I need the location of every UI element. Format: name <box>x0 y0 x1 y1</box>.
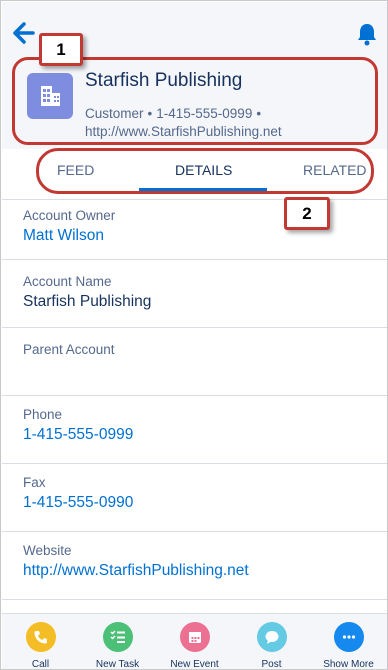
field-label: Parent Account <box>23 342 115 357</box>
phone-link[interactable]: 1-415-555-0999 <box>23 426 133 444</box>
action-label: Show More <box>323 659 374 670</box>
website-link[interactable]: http://www.StarfishPublishing.net <box>23 562 249 580</box>
account-building-icon <box>27 73 73 119</box>
tab-feed[interactable]: FEED <box>57 162 94 178</box>
chat-bubble-icon <box>257 622 287 652</box>
callout-badge-1: 1 <box>39 33 83 66</box>
account-phone: 1-415-555-0999 <box>156 106 253 121</box>
account-owner-link[interactable]: Matt Wilson <box>23 227 104 245</box>
active-tab-indicator <box>139 188 267 191</box>
action-label: Post <box>261 659 282 670</box>
field-website: Website http://www.StarfishPublishing.ne… <box>2 532 387 600</box>
record-highlight-card: Starfish Publishing Customer • 1-415-555-0… <box>12 57 378 145</box>
field-label: Website <box>23 543 72 558</box>
tab-related[interactable]: RELATED <box>303 162 367 178</box>
field-account-owner: Account Owner Matt Wilson <box>2 200 387 260</box>
field-account-name: Account Name Starfish Publishing <box>2 260 387 328</box>
fax-link[interactable]: 1-415-555-0990 <box>23 494 133 512</box>
new-task-action-button[interactable]: New Task <box>79 614 156 670</box>
bell-icon <box>358 24 376 46</box>
phone-icon <box>26 622 56 652</box>
field-value: Starfish Publishing <box>23 293 152 310</box>
action-bar: Call New Task New Event Post Show More <box>2 613 387 670</box>
action-label: New Task <box>95 659 140 670</box>
field-label: Account Owner <box>23 208 116 223</box>
field-parent-account: Parent Account <box>2 328 387 396</box>
notifications-button[interactable] <box>356 22 378 46</box>
account-website: http://www.StarfishPublishing.net <box>85 124 282 139</box>
account-meta-line: Customer • 1-415-555-0999 • <box>85 106 265 121</box>
field-fax: Fax 1-415-555-0990 <box>2 464 387 532</box>
meta-separator: • <box>256 106 262 121</box>
field-label: Phone <box>23 407 63 422</box>
meta-separator: • <box>147 106 153 121</box>
account-type: Customer <box>85 106 144 121</box>
post-action-button[interactable]: Post <box>233 614 310 670</box>
call-action-button[interactable]: Call <box>2 614 79 670</box>
show-more-action-button[interactable]: Show More <box>310 614 387 670</box>
app-screen: Starfish Publishing Customer • 1-415-555-0… <box>0 0 388 670</box>
account-title: Starfish Publishing <box>85 70 243 91</box>
tab-details[interactable]: DETAILS <box>175 162 232 178</box>
field-label: Fax <box>23 475 46 490</box>
calendar-icon <box>180 622 210 652</box>
more-dots-icon <box>334 622 364 652</box>
field-phone: Phone 1-415-555-0999 <box>2 396 387 464</box>
task-list-icon <box>103 622 133 652</box>
back-button[interactable] <box>10 20 36 46</box>
back-arrow-icon <box>13 22 35 44</box>
new-event-action-button[interactable]: New Event <box>156 614 233 670</box>
action-label: New Event <box>170 659 219 670</box>
record-header: Starfish Publishing Customer • 1-415-555-0… <box>2 2 387 149</box>
field-label: Account Name <box>23 274 112 289</box>
action-label: Call <box>31 659 50 670</box>
